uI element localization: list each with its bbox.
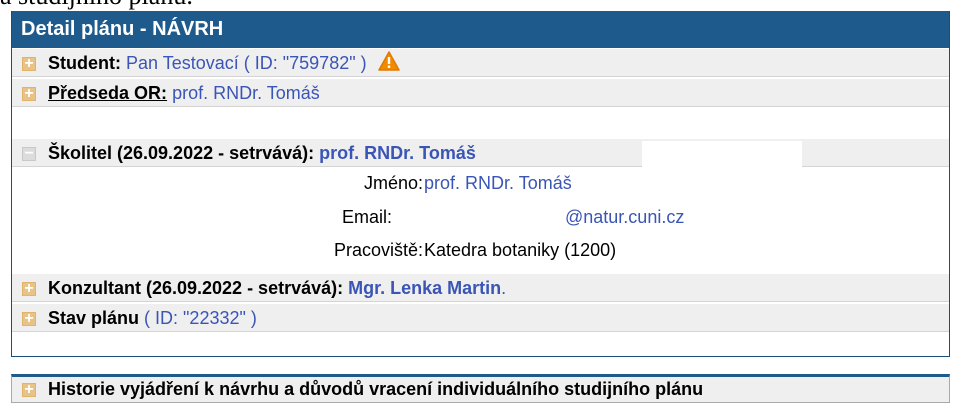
expand-icon[interactable]: + [22,382,36,398]
collapse-icon[interactable]: − [22,146,36,162]
detail-pracoviste: Pracoviště: Katedra botaniky (1200) [12,238,949,262]
student-name-link[interactable]: Pan Testovací [126,53,239,73]
skolitel-details: Jméno: prof. RNDr. Tomáš Email: @natur.c… [12,168,949,273]
previous-text-fragment: a studijního plánu. [0,0,193,9]
expand-icon[interactable]: + [22,281,36,297]
pracoviste-value: Katedra botaniky (1200) [424,240,617,260]
konzultant-trail: . [501,278,507,298]
detail-jmeno: Jméno: prof. RNDr. Tomáš [12,171,949,195]
expand-icon[interactable]: + [22,86,36,102]
skolitel-label: Školitel (26.09.2022 - setrvává): [48,143,315,163]
student-label: Student: [48,53,121,73]
konzultant-name[interactable]: Mgr. Lenka Martin [348,278,501,298]
plan-detail-panel: Detail plánu - NÁVRH + Student: Pan Test… [11,11,950,357]
redaction-block [642,141,802,167]
konzultant-label: Konzultant (26.09.2022 - setrvává): [48,278,344,298]
jmeno-value[interactable]: prof. RNDr. Tomáš [424,171,572,195]
redaction-block [632,173,792,199]
section-stav[interactable]: + Stav plánu ( ID: "22332" ) [12,303,949,332]
skolitel-name[interactable]: prof. RNDr. Tomáš [319,143,476,163]
student-id: ( ID: "759782" ) [243,53,367,73]
jmeno-label: Jméno: [363,173,423,193]
section-history[interactable]: + Historie vyjádření k návrhu a důvodů v… [11,374,950,403]
history-label: Historie vyjádření k návrhu a důvodů vra… [48,379,704,399]
predseda-label-link[interactable]: Předseda OR: [48,83,167,103]
email-label: Email: [342,207,393,227]
pracoviste-label: Pracoviště: [333,240,423,260]
panel-title: Detail plánu - NÁVRH [12,11,949,48]
email-value[interactable]: @natur.cuni.cz [565,205,684,229]
expand-icon[interactable]: + [22,56,36,72]
section-skolitel[interactable]: − Školitel (26.09.2022 - setrvává): prof… [12,138,949,167]
stav-id: ( ID: "22332" ) [144,308,257,328]
expand-icon[interactable]: + [22,311,36,327]
section-student[interactable]: + Student: Pan Testovací ( ID: "759782" … [12,48,949,77]
warning-icon[interactable] [377,51,400,71]
stav-label: Stav plánu [48,308,140,328]
predseda-name[interactable]: prof. RNDr. Tomáš [172,83,320,103]
section-konzultant[interactable]: + Konzultant (26.09.2022 - setrvává): Mg… [12,273,949,302]
detail-email: Email: @natur.cuni.cz [12,205,949,229]
section-predseda[interactable]: + Předseda OR: prof. RNDr. Tomáš [12,78,949,107]
